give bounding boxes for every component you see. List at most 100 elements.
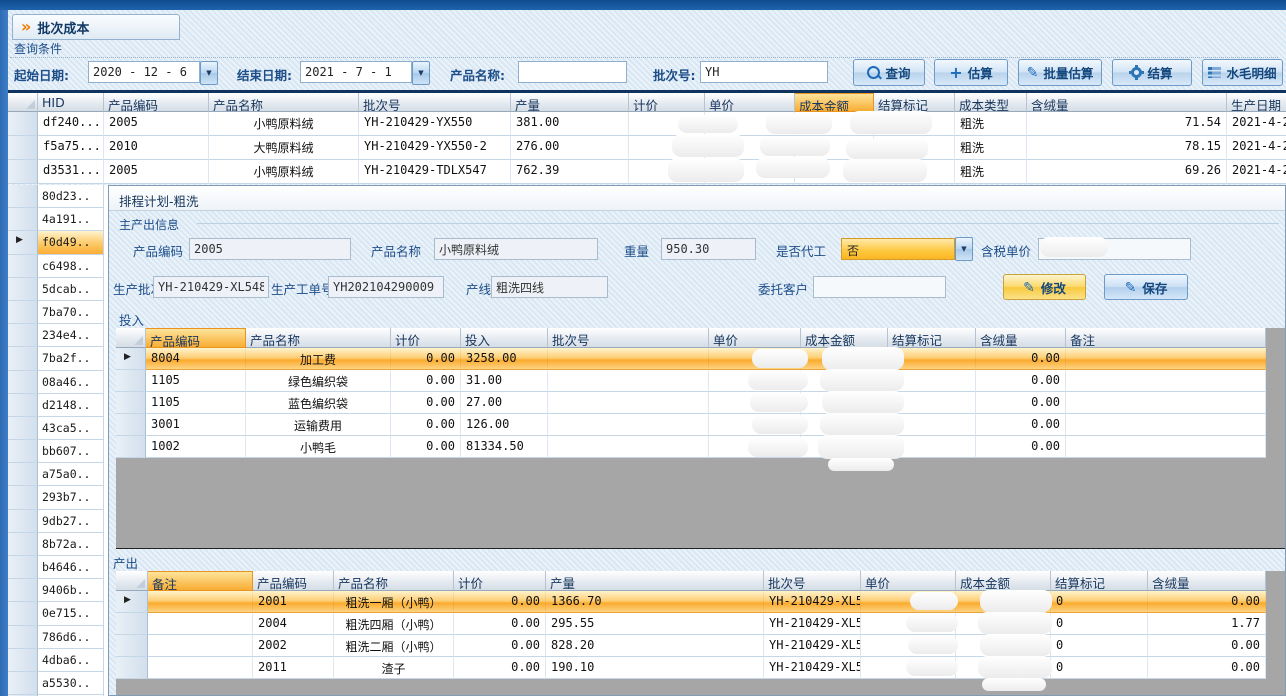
table-row[interactable]: 2002粗洗二厢（小鸭）0.00828.20YH-210429-XL54800.… [116, 635, 1266, 657]
row-selector[interactable] [8, 324, 38, 347]
table-row[interactable]: 1105蓝色编织袋0.0027.0010.00 [116, 392, 1266, 414]
hid-row[interactable]: 9406b.. [8, 579, 108, 602]
hid-row[interactable]: b4646.. [8, 556, 108, 579]
production-line-field[interactable] [491, 276, 608, 298]
weight-field[interactable] [661, 238, 756, 260]
modify-button[interactable]: 修改 [1003, 274, 1086, 300]
row-selector[interactable] [8, 602, 38, 625]
row-selector[interactable] [116, 414, 146, 436]
tab-batch-cost[interactable]: 批次成本 [12, 14, 180, 40]
column-header[interactable]: 计价 [454, 571, 546, 591]
row-selector[interactable] [8, 160, 38, 184]
column-header[interactable]: 批次号 [359, 93, 511, 112]
column-header[interactable]: 产品编码 [104, 93, 209, 112]
row-selector[interactable] [116, 436, 146, 458]
row-selector[interactable] [8, 301, 38, 324]
column-header[interactable]: 成本金额 [795, 93, 874, 112]
row-selector[interactable] [8, 371, 38, 394]
column-header[interactable]: 单价 [705, 93, 795, 112]
table-row[interactable]: 2001粗洗一厢（小鸭）0.001366.70YH-210429-XL54800… [116, 591, 1266, 613]
table-row[interactable]: 3001运输费用0.00126.0000.00 [116, 414, 1266, 436]
hid-row[interactable]: 7ba70.. [8, 301, 108, 324]
start-date-calendar-dropdown-button[interactable] [200, 61, 218, 85]
down-detail-button[interactable]: 水毛明细 [1202, 59, 1283, 86]
row-selector[interactable] [116, 591, 148, 613]
row-selector[interactable] [8, 112, 38, 136]
hid-row[interactable]: d2148.. [8, 394, 108, 417]
work-order-field[interactable] [328, 276, 444, 298]
is-oem-combo[interactable]: 否 [841, 238, 955, 260]
hid-row[interactable]: 234e4.. [8, 324, 108, 347]
column-header[interactable]: 产品编码 [146, 328, 246, 348]
select-all-corner[interactable] [116, 328, 146, 348]
table-row[interactable]: 1002小鸭毛0.0081334.5000.00 [116, 436, 1266, 458]
row-selector[interactable] [8, 626, 38, 649]
batch-estimate-button[interactable]: 批量估算 [1018, 59, 1102, 86]
table-row[interactable]: 1105绿色编织袋0.0031.000.00 [116, 370, 1266, 392]
hid-row[interactable]: 9db27.. [8, 510, 108, 533]
table-row[interactable]: 2011渣子0.00190.10YH-210429-XL54800.00 [116, 657, 1266, 679]
product-code-field[interactable] [189, 238, 351, 260]
column-header[interactable]: 成本金额 [956, 571, 1051, 591]
table-row[interactable]: d3531...2005小鸭原料绒YH-210429-TDLX547762.39… [8, 160, 1286, 184]
row-selector[interactable] [8, 417, 38, 440]
row-selector[interactable] [8, 579, 38, 602]
hid-row[interactable]: 7ba2f.. [8, 347, 108, 370]
column-header[interactable]: 备注 [148, 571, 253, 591]
product-name-field[interactable] [434, 238, 598, 260]
column-header[interactable]: 批次号 [548, 328, 709, 348]
settle-button[interactable]: 结算 [1112, 59, 1192, 86]
row-selector[interactable] [8, 208, 38, 231]
hid-row[interactable]: 5dcab.. [8, 278, 108, 301]
end-date-calendar-dropdown-button[interactable] [412, 61, 430, 85]
row-selector[interactable] [8, 510, 38, 533]
save-button[interactable]: 保存 [1104, 274, 1188, 300]
column-header[interactable]: 产品名称 [334, 571, 454, 591]
row-selector[interactable] [8, 278, 38, 301]
row-selector[interactable] [8, 255, 38, 278]
row-selector[interactable] [8, 347, 38, 370]
hid-row[interactable]: 43ca5.. [8, 417, 108, 440]
hid-row[interactable]: 4a191.. [8, 208, 108, 231]
column-header[interactable]: 结算标记 [888, 328, 976, 348]
column-header[interactable]: 结算标记 [874, 93, 955, 112]
hid-row[interactable]: 8b72a.. [8, 533, 108, 556]
hid-row[interactable]: a75a0.. [8, 463, 108, 486]
column-header[interactable]: 结算标记 [1051, 571, 1148, 591]
is-oem-dropdown-button[interactable] [955, 237, 973, 261]
hid-row[interactable]: bb607.. [8, 440, 108, 463]
column-header[interactable]: 单价 [861, 571, 956, 591]
column-header[interactable]: 产量 [511, 93, 629, 112]
row-selector[interactable] [8, 533, 38, 556]
column-header[interactable]: 含绒量 [1027, 93, 1227, 112]
column-header[interactable]: 产量 [546, 571, 764, 591]
production-batch-field[interactable] [153, 276, 269, 298]
column-header[interactable]: 含绒量 [976, 328, 1066, 348]
row-selector[interactable] [116, 635, 148, 657]
column-header[interactable]: 批次号 [764, 571, 861, 591]
column-header[interactable]: 投入 [461, 328, 548, 348]
row-selector[interactable] [8, 672, 38, 695]
row-selector[interactable] [116, 370, 146, 392]
row-selector[interactable] [8, 185, 38, 208]
hid-row[interactable]: 08a46.. [8, 371, 108, 394]
row-selector[interactable] [8, 463, 38, 486]
estimate-button[interactable]: 估算 [934, 59, 1008, 86]
hid-row[interactable]: 293b7.. [8, 486, 108, 509]
product-name-input[interactable] [518, 61, 627, 83]
row-selector[interactable] [116, 348, 146, 370]
column-header[interactable]: HID [38, 93, 104, 112]
hid-row[interactable]: 80d23.. [8, 185, 108, 208]
table-row[interactable]: df240...2005小鸭原料绒YH-210429-YX550381.00已预… [8, 112, 1286, 136]
hid-row[interactable]: 0e715.. [8, 602, 108, 625]
column-header[interactable]: 单价 [709, 328, 801, 348]
column-header[interactable]: 计价 [629, 93, 705, 112]
table-row[interactable]: 8004加工费0.003258.0010.00 [116, 348, 1266, 370]
column-header[interactable]: 成本类型 [955, 93, 1027, 112]
table-row[interactable]: 2004粗洗四厢（小鸭）0.00295.55YH-210429-XL54801.… [116, 613, 1266, 635]
client-field[interactable] [813, 276, 946, 298]
row-selector[interactable] [8, 556, 38, 579]
column-header[interactable]: 备注 [1066, 328, 1266, 348]
row-selector[interactable] [8, 486, 38, 509]
query-button[interactable]: 查询 [853, 59, 925, 86]
